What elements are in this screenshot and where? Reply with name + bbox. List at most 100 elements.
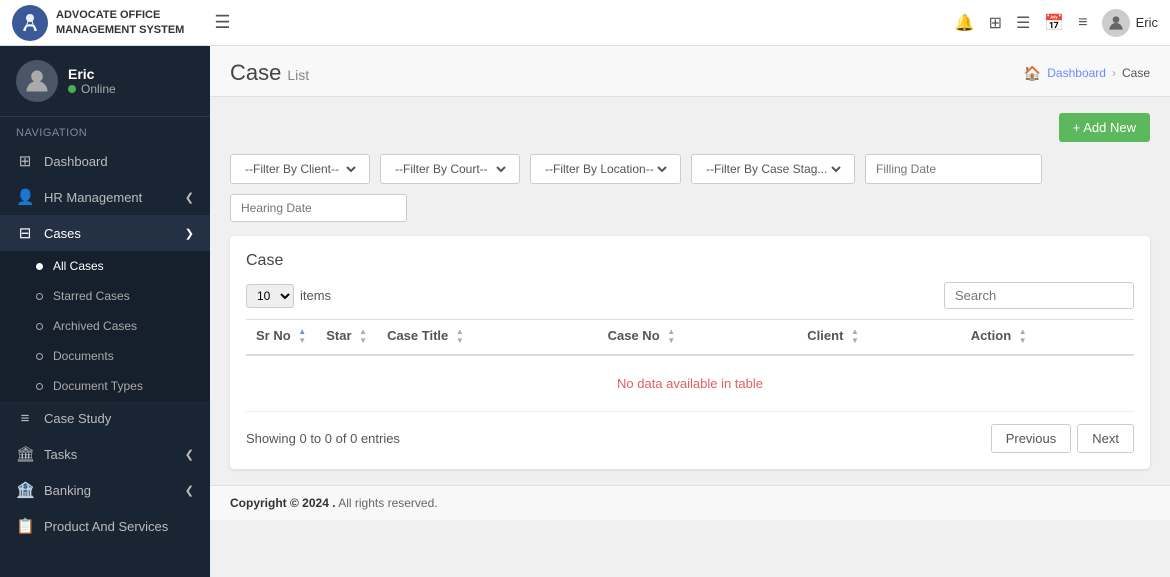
document-types-dot [36,383,43,390]
search-input[interactable] [944,282,1134,309]
nav-label: Navigation [0,117,210,143]
tasks-arrow-icon: ❮ [185,448,194,461]
sidebar-item-label: Tasks [44,447,175,462]
showing-entries-text: Showing 0 to 0 of 0 entries [246,431,400,446]
hearing-date-input[interactable] [230,194,407,222]
filter-case-stage[interactable]: --Filter By Case Stag... [691,154,855,184]
document-types-label: Document Types [53,379,143,393]
cases-arrow-icon: ❯ [185,227,194,240]
filter-client[interactable]: --Filter By Client-- [230,154,370,184]
table-controls: 10 items [246,282,1134,309]
home-icon: 🏠 [1024,65,1041,82]
breadcrumb-separator: › [1112,66,1116,80]
content-body: + Add New --Filter By Client-- --Filter … [210,97,1170,485]
notification-icon[interactable]: 🔔 [955,13,975,33]
client-sort-icon: ▲▼ [851,328,859,346]
case-study-icon: ≡ [16,410,34,427]
hamburger-menu[interactable]: ☰ [214,12,230,33]
no-data-row: No data available in table [246,355,1134,412]
sidebar: Eric Online Navigation ⊞ Dashboard 👤 HR … [0,46,210,577]
sidebar-item-document-types[interactable]: Document Types [0,371,210,401]
col-action[interactable]: Action ▲▼ [961,320,1134,355]
pagination: Previous Next [991,424,1134,453]
user-badge[interactable]: Eric [1102,9,1158,37]
page-footer: Copyright © 2024 . All rights reserved. [210,485,1170,520]
add-new-button[interactable]: + Add New [1059,113,1150,142]
banking-icon: 🏦 [16,481,34,499]
sidebar-avatar [16,60,58,102]
sidebar-user-status: Online [68,82,116,96]
advocate-logo-icon [18,11,42,35]
col-case-no[interactable]: Case No ▲▼ [598,320,798,355]
sidebar-item-all-cases[interactable]: All Cases [0,251,210,281]
page-title: Case [230,60,281,86]
list-icon[interactable]: ☰ [1016,13,1030,33]
table-footer: Showing 0 to 0 of 0 entries Previous Nex… [246,424,1134,453]
all-cases-label: All Cases [53,259,104,273]
col-client[interactable]: Client ▲▼ [797,320,960,355]
search-box [944,282,1134,309]
sidebar-item-label: Banking [44,483,175,498]
sidebar-item-dashboard[interactable]: ⊞ Dashboard [0,143,210,179]
all-cases-dot [36,263,43,270]
filter-location-select[interactable]: --Filter By Location-- [541,161,670,177]
product-services-icon: 📋 [16,517,34,535]
breadcrumb: 🏠 Dashboard › Case [1024,65,1150,82]
banking-arrow-icon: ❮ [185,484,194,497]
grid-icon[interactable]: ⊞ [989,13,1002,33]
sidebar-item-hr[interactable]: 👤 HR Management ❮ [0,179,210,215]
status-dot [68,85,76,93]
filter-client-select[interactable]: --Filter By Client-- [241,161,359,177]
col-case-title[interactable]: Case Title ▲▼ [377,320,598,355]
case-card: Case 10 items [230,236,1150,469]
case-section-title: Case [246,252,1134,270]
filter-case-stage-select[interactable]: --Filter By Case Stag... [702,161,844,177]
filter-location[interactable]: --Filter By Location-- [530,154,681,184]
sidebar-item-case-study[interactable]: ≡ Case Study [0,401,210,436]
star-sort-icon: ▲▼ [359,328,367,346]
hr-icon: 👤 [16,188,34,206]
cases-table: Sr No ▲ ▼ Star ▲▼ [246,319,1134,412]
filling-date-input[interactable] [865,154,1042,184]
col-star[interactable]: Star ▲▼ [316,320,377,355]
menu-alt-icon[interactable]: ≡ [1078,14,1087,32]
starred-cases-label: Starred Cases [53,289,130,303]
sidebar-item-banking[interactable]: 🏦 Banking ❮ [0,472,210,508]
navbar-right: 🔔 ⊞ ☰ 📅 ≡ Eric [955,9,1158,37]
documents-dot [36,353,43,360]
sidebar-item-tasks[interactable]: 🏛 Tasks ❮ [0,436,210,472]
previous-button[interactable]: Previous [991,424,1072,453]
calendar-icon[interactable]: 📅 [1044,13,1064,33]
action-sort-icon: ▲▼ [1019,328,1027,346]
archived-cases-label: Archived Cases [53,319,137,333]
user-avatar-icon [1106,13,1126,33]
sidebar-user-details: Eric Online [68,66,116,96]
sidebar-item-documents[interactable]: Documents [0,341,210,371]
items-per-page: 10 items [246,284,331,308]
page-header: Case List 🏠 Dashboard › Case [210,46,1170,97]
user-avatar-top [1102,9,1130,37]
page-title-area: Case List [230,60,309,86]
breadcrumb-home[interactable]: Dashboard [1047,66,1106,80]
sr-no-sort-icon: ▲ ▼ [298,328,306,346]
sidebar-item-label: Product And Services [44,519,194,534]
page-subtitle: List [287,67,309,83]
navbar-left: ADVOCATE OFFICE MANAGEMENT SYSTEM ☰ [12,5,230,41]
main-layout: Eric Online Navigation ⊞ Dashboard 👤 HR … [0,46,1170,577]
sidebar-avatar-icon [23,67,51,95]
filter-court-select[interactable]: --Filter By Court-- [391,161,509,177]
dashboard-icon: ⊞ [16,152,34,170]
table-header-row: Sr No ▲ ▼ Star ▲▼ [246,320,1134,355]
cases-icon: ⊟ [16,224,34,242]
next-button[interactable]: Next [1077,424,1134,453]
col-sr-no[interactable]: Sr No ▲ ▼ [246,320,316,355]
sidebar-item-product-services[interactable]: 📋 Product And Services [0,508,210,544]
sidebar-item-starred-cases[interactable]: Starred Cases [0,281,210,311]
hr-arrow-icon: ❮ [185,191,194,204]
items-count-select[interactable]: 10 [246,284,294,308]
filter-court[interactable]: --Filter By Court-- [380,154,520,184]
sidebar-item-cases[interactable]: ⊟ Cases ❯ [0,215,210,251]
documents-label: Documents [53,349,114,363]
sidebar-item-archived-cases[interactable]: Archived Cases [0,311,210,341]
table-body: No data available in table [246,355,1134,412]
